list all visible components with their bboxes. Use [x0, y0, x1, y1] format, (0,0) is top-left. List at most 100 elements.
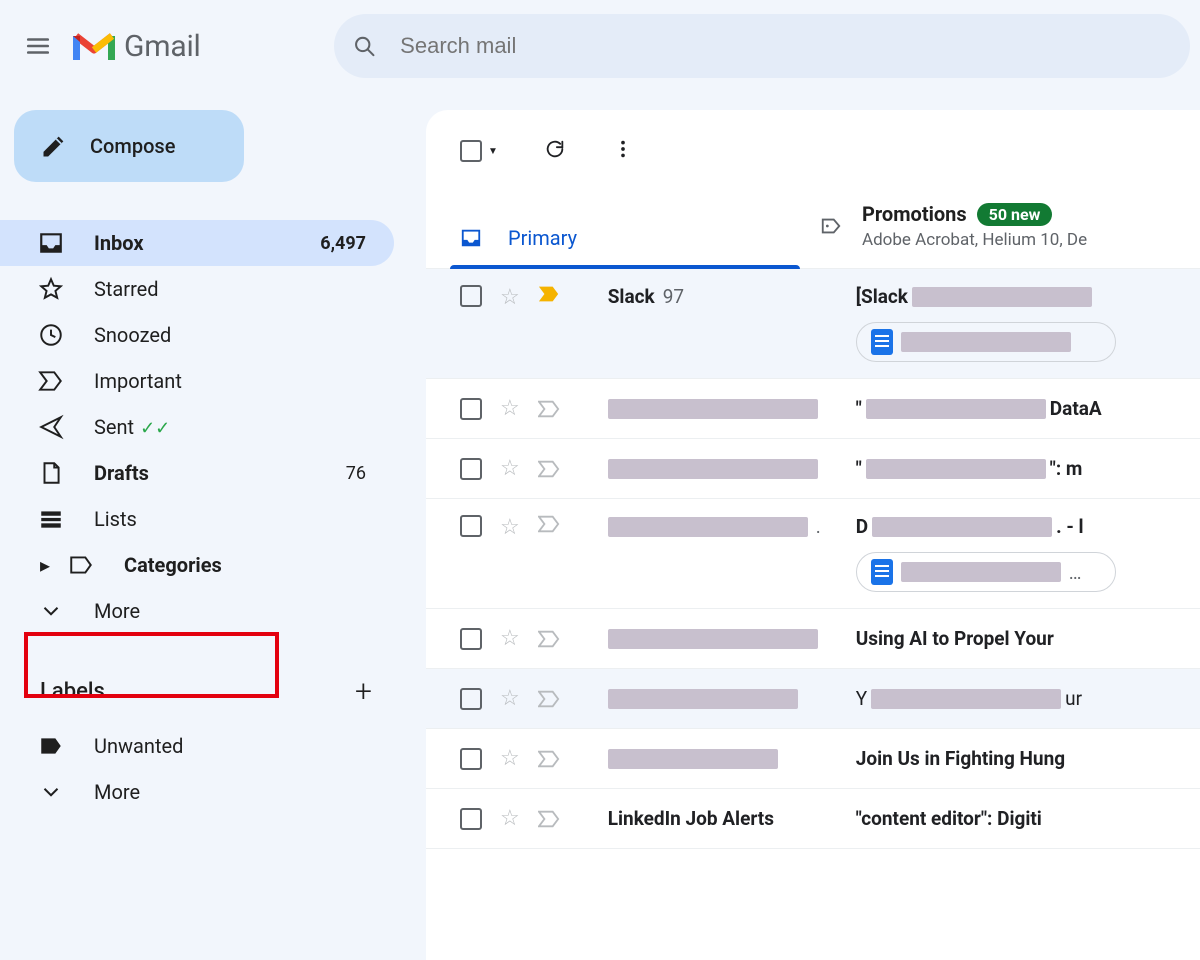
nav-label: Sent✓✓ [94, 415, 366, 439]
important-outline-icon [538, 460, 560, 478]
search-bar[interactable] [334, 14, 1190, 78]
attachment-chip[interactable] [856, 322, 1116, 362]
inbox-tab-icon [460, 227, 482, 249]
redacted [608, 629, 818, 649]
file-icon [38, 460, 64, 486]
redacted [866, 399, 1046, 419]
important-toggle[interactable] [538, 460, 560, 478]
nav-count: 76 [346, 463, 366, 484]
nav-label: Categories [124, 553, 366, 577]
star-toggle[interactable]: ☆ [500, 285, 520, 310]
subject: "": m [856, 457, 1083, 480]
clock-icon [38, 322, 64, 348]
tab-label: Promotions [862, 202, 967, 226]
important-toggle[interactable] [538, 630, 560, 648]
mail-panel: ▼ Primary Promotions 50 new Adobe Acroba… [426, 110, 1200, 960]
subject: "DataA [856, 397, 1102, 420]
subject: Join Us in Fighting Hung [856, 747, 1065, 770]
star-toggle[interactable]: ☆ [500, 746, 520, 771]
mail-row[interactable]: ☆ Using AI to Propel Your [426, 609, 1200, 669]
label-item-unwanted[interactable]: Unwanted [0, 723, 394, 769]
double-check-icon: ✓✓ [140, 418, 170, 439]
important-toggle[interactable] [538, 515, 560, 533]
mail-row[interactable]: ☆ Yur [426, 669, 1200, 729]
important-toggle[interactable] [538, 750, 560, 768]
search-input[interactable] [398, 32, 1172, 60]
nav-label: More [94, 780, 366, 804]
star-toggle[interactable]: ☆ [500, 626, 520, 651]
mail-row[interactable]: ☆ "": m [426, 439, 1200, 499]
sender-name: LinkedIn Job Alerts [608, 807, 774, 830]
sidebar-item-sent[interactable]: Sent✓✓ [0, 404, 394, 450]
sidebar-item-important[interactable]: Important [0, 358, 394, 404]
toolbar: ▼ [426, 110, 1200, 188]
refresh-icon [544, 138, 566, 160]
sidebar-item-lists[interactable]: Lists [0, 496, 394, 542]
main-menu-button[interactable] [14, 22, 62, 70]
row-checkbox[interactable] [460, 748, 482, 770]
row-checkbox[interactable] [460, 688, 482, 710]
row-checkbox[interactable] [460, 398, 482, 420]
redacted [608, 517, 808, 537]
row-checkbox[interactable] [460, 808, 482, 830]
subject: Yur [856, 687, 1082, 710]
row-checkbox[interactable] [460, 515, 482, 537]
label-item-more[interactable]: More [0, 769, 394, 815]
sidebar: Compose Inbox 6,497 Starred Snoozed Impo… [0, 110, 400, 815]
important-outline-icon [538, 400, 560, 418]
attachment-chip[interactable]: … [856, 552, 1116, 592]
sender-name: Slack [608, 285, 655, 308]
important-toggle[interactable] [538, 690, 560, 708]
nav-label: Inbox [94, 231, 290, 255]
nav-label: Starred [94, 277, 366, 301]
important-icon [38, 368, 64, 394]
compose-label: Compose [90, 134, 175, 158]
gmail-logo[interactable]: Gmail [70, 29, 201, 64]
star-toggle[interactable]: ☆ [500, 806, 520, 831]
row-checkbox[interactable] [460, 285, 482, 307]
sidebar-item-more[interactable]: More [0, 588, 394, 634]
labels-title: Labels [40, 679, 105, 704]
sidebar-item-drafts[interactable]: Drafts 76 [0, 450, 394, 496]
redacted [608, 689, 798, 709]
mail-row[interactable]: ☆ "DataA [426, 379, 1200, 439]
redacted [608, 459, 818, 479]
compose-button[interactable]: Compose [14, 110, 244, 182]
hamburger-icon [25, 33, 51, 59]
checkbox-icon [460, 140, 482, 162]
more-button[interactable] [612, 138, 634, 164]
redacted [871, 689, 1061, 709]
important-outline-icon [538, 750, 560, 768]
important-toggle[interactable] [538, 400, 560, 418]
important-toggle[interactable] [538, 285, 560, 303]
star-toggle[interactable]: ☆ [500, 515, 520, 540]
redacted [901, 332, 1071, 352]
tab-promotions[interactable]: Promotions 50 new Adobe Acrobat, Helium … [810, 188, 1097, 268]
refresh-button[interactable] [544, 138, 566, 164]
nav-label: Unwanted [94, 734, 366, 758]
tab-label: Primary [508, 226, 577, 250]
mail-row[interactable]: ☆ Join Us in Fighting Hung [426, 729, 1200, 789]
sidebar-item-snoozed[interactable]: Snoozed [0, 312, 394, 358]
label-icon [68, 552, 94, 578]
select-all[interactable]: ▼ [460, 140, 498, 162]
sidebar-item-starred[interactable]: Starred [0, 266, 394, 312]
star-toggle[interactable]: ☆ [500, 396, 520, 421]
sidebar-item-inbox[interactable]: Inbox 6,497 [0, 220, 394, 266]
star-toggle[interactable]: ☆ [500, 456, 520, 481]
add-label-button[interactable]: + [355, 674, 372, 709]
important-toggle[interactable] [538, 810, 560, 828]
row-checkbox[interactable] [460, 458, 482, 480]
important-filled-icon [538, 285, 560, 303]
mail-row[interactable]: ☆ Slack 97 [Slack [426, 269, 1200, 379]
sidebar-item-categories[interactable]: ▸ Categories [0, 542, 394, 588]
app-header: Gmail [0, 0, 1200, 92]
chevron-down-icon [38, 598, 64, 624]
row-checkbox[interactable] [460, 628, 482, 650]
star-toggle[interactable]: ☆ [500, 686, 520, 711]
mail-row[interactable]: ☆ LinkedIn Job Alerts "content editor": … [426, 789, 1200, 849]
mail-row[interactable]: ☆ . D. - l … [426, 499, 1200, 609]
gmail-m-icon [72, 30, 116, 62]
inbox-icon [38, 230, 64, 256]
tab-primary[interactable]: Primary [450, 212, 810, 268]
